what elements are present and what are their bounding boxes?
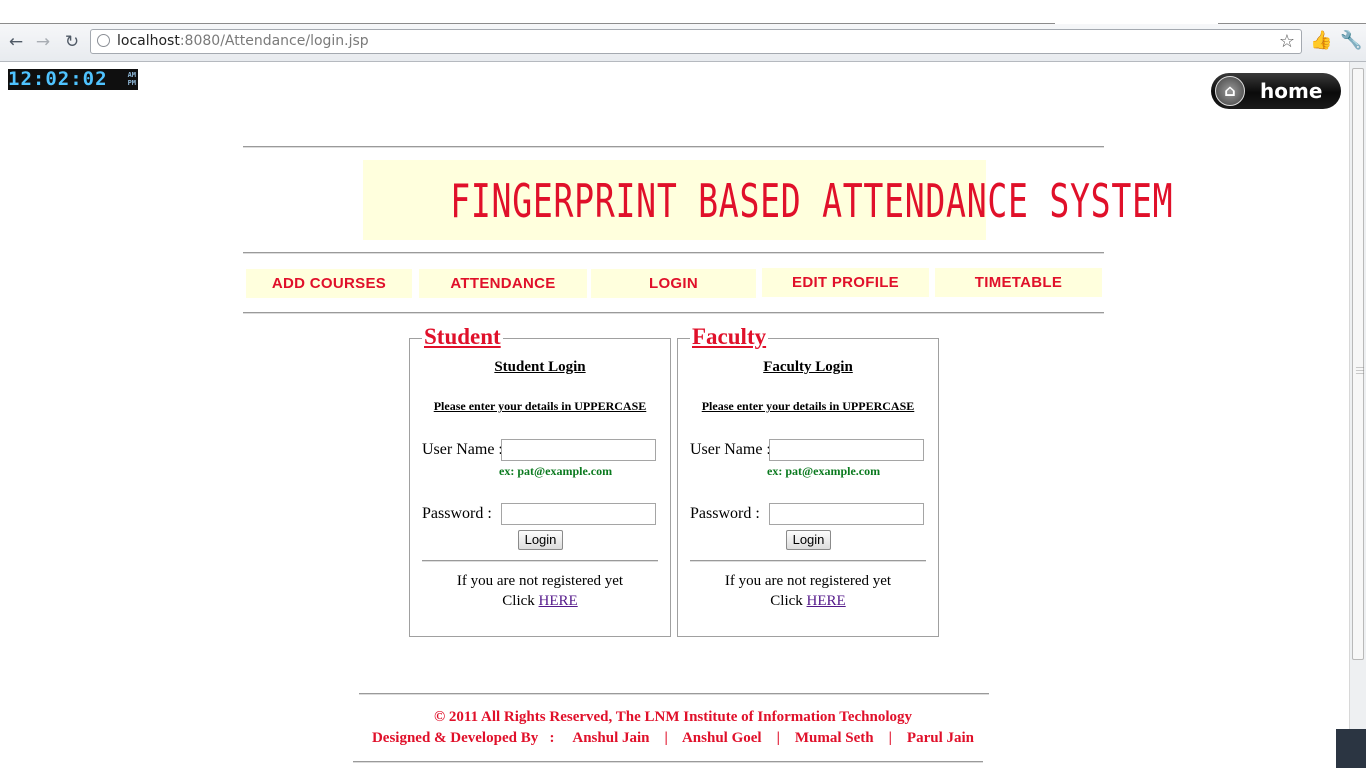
reload-icon[interactable]: ↻	[62, 32, 82, 52]
like-extension-icon[interactable]: 👍	[1310, 30, 1332, 51]
footer-divider	[359, 693, 989, 695]
wrench-icon[interactable]: 🔧	[1340, 30, 1362, 51]
scrollbar-thumb[interactable]: — — —	[1352, 68, 1364, 660]
title-banner: FINGERPRINT BASED ATTENDANCE SYSTEM	[363, 160, 1174, 240]
browser-toolbar: ← → ↻ localhost:8080/Attendance/login.js…	[0, 24, 1366, 62]
footer-divider	[353, 761, 983, 763]
url-text[interactable]: localhost:8080/Attendance/login.jsp	[117, 33, 369, 49]
globe-icon	[97, 34, 110, 47]
menu-add-courses[interactable]: ADD COURSES	[246, 269, 412, 298]
faculty-username-example: ex: pat@example.com	[767, 464, 881, 478]
faculty-password-label: Password :	[690, 505, 760, 522]
taskbar-corner	[1336, 729, 1366, 768]
faculty-uppercase-note: Please enter your details in UPPERCASE	[701, 399, 915, 413]
menu-edit-profile[interactable]: EDIT PROFILE	[762, 268, 929, 297]
student-username-label: User Name :	[422, 441, 503, 458]
divider	[243, 252, 1104, 254]
faculty-username-input[interactable]	[769, 439, 924, 461]
student-legend: Student	[422, 324, 503, 350]
page-title: FINGERPRINT BASED ATTENDANCE SYSTEM	[450, 174, 1174, 228]
menu-attendance[interactable]: ATTENDANCE	[419, 269, 587, 298]
back-icon[interactable]: ←	[6, 32, 26, 52]
menu-timetable[interactable]: TIMETABLE	[935, 268, 1102, 297]
divider	[243, 146, 1104, 148]
student-username-example: ex: pat@example.com	[499, 464, 613, 478]
faculty-login-button[interactable]: Login	[786, 530, 831, 550]
footer-credits: Designed & Developed By : Anshul Jain | …	[371, 730, 975, 746]
student-uppercase-note: Please enter your details in UPPERCASE	[433, 399, 647, 413]
house-icon: ⌂	[1215, 76, 1245, 106]
digital-clock: 12:02:02 AM PM	[8, 69, 138, 90]
home-label: home	[1260, 79, 1323, 103]
student-register-text: If you are not registered yet Click HERE	[456, 573, 624, 609]
bookmark-star-icon[interactable]: ☆	[1279, 31, 1295, 52]
faculty-username-label: User Name :	[690, 441, 771, 458]
faculty-register-text: If you are not registered yet Click HERE	[724, 573, 892, 609]
vertical-scrollbar[interactable]: — — —	[1349, 62, 1366, 768]
student-login-button[interactable]: Login	[518, 530, 563, 550]
faculty-register-link[interactable]: HERE	[807, 593, 846, 609]
student-username-input[interactable]	[501, 439, 656, 461]
student-login-title: Student Login	[494, 359, 586, 375]
menu-login[interactable]: LOGIN	[591, 269, 756, 298]
home-button[interactable]: ⌂ home	[1211, 73, 1341, 109]
student-password-input[interactable]	[501, 503, 656, 525]
faculty-legend: Faculty	[690, 324, 769, 350]
student-divider	[422, 560, 658, 562]
clock-time: 12:02:02	[8, 68, 108, 90]
clock-ampm: AM PM	[127, 71, 136, 87]
divider	[243, 312, 1104, 314]
address-bar[interactable]: localhost:8080/Attendance/login.jsp ☆	[90, 29, 1302, 54]
faculty-login-title: Faculty Login	[763, 359, 853, 375]
scrollbar-grip-icon: — — —	[1356, 362, 1364, 377]
faculty-password-input[interactable]	[769, 503, 924, 525]
student-password-label: Password :	[422, 505, 492, 522]
tab-strip	[0, 0, 1366, 24]
forward-icon[interactable]: →	[33, 32, 53, 52]
faculty-divider	[690, 560, 926, 562]
student-register-link[interactable]: HERE	[539, 593, 578, 609]
footer-copyright: © 2011 All Rights Reserved, The LNM Inst…	[433, 709, 913, 725]
